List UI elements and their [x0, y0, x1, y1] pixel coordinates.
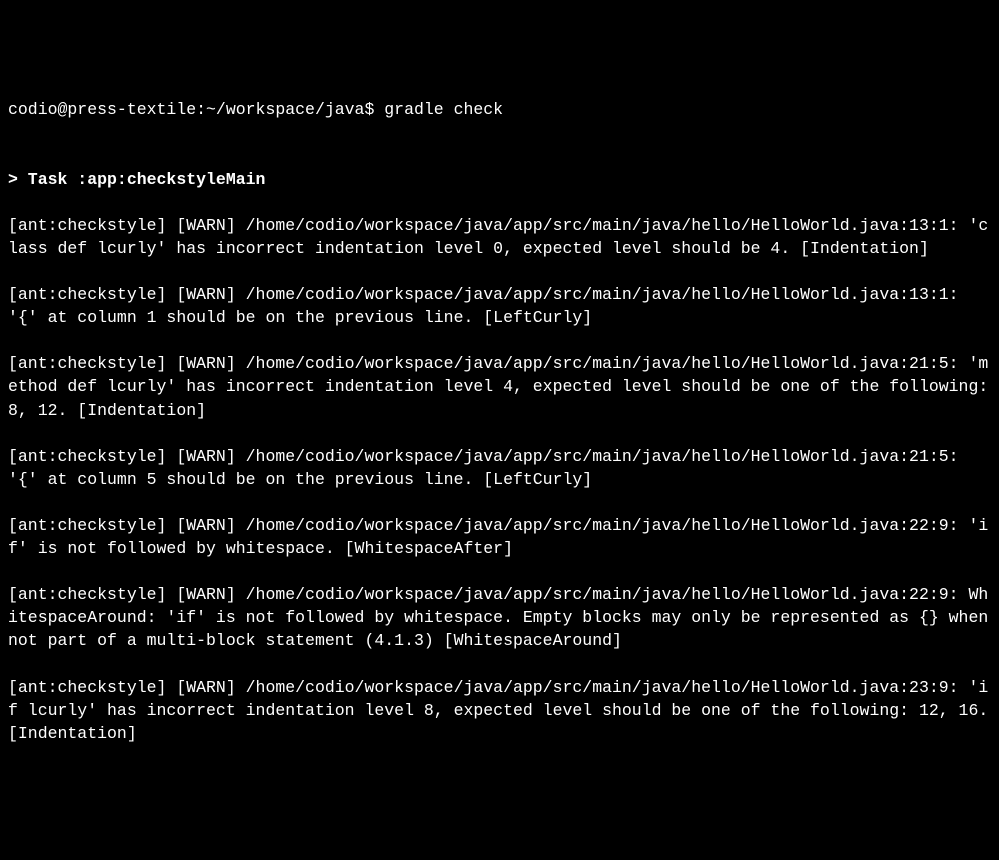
checkstyle-warning-line: [ant:checkstyle] [WARN] /home/codio/work… — [8, 676, 991, 745]
checkstyle-warning-line: [ant:checkstyle] [WARN] /home/codio/work… — [8, 352, 991, 421]
checkstyle-warning-line: [ant:checkstyle] [WARN] /home/codio/work… — [8, 514, 991, 560]
checkstyle-warning-line: [ant:checkstyle] [WARN] /home/codio/work… — [8, 445, 991, 491]
task-header: > Task :app:checkstyleMain — [8, 168, 991, 191]
checkstyle-warning-line: [ant:checkstyle] [WARN] /home/codio/work… — [8, 283, 991, 329]
checkstyle-warning-line: [ant:checkstyle] [WARN] /home/codio/work… — [8, 583, 991, 652]
terminal-prompt-line[interactable]: codio@press-textile:~/workspace/java$ gr… — [8, 98, 991, 121]
checkstyle-warning-line: [ant:checkstyle] [WARN] /home/codio/work… — [8, 214, 991, 260]
